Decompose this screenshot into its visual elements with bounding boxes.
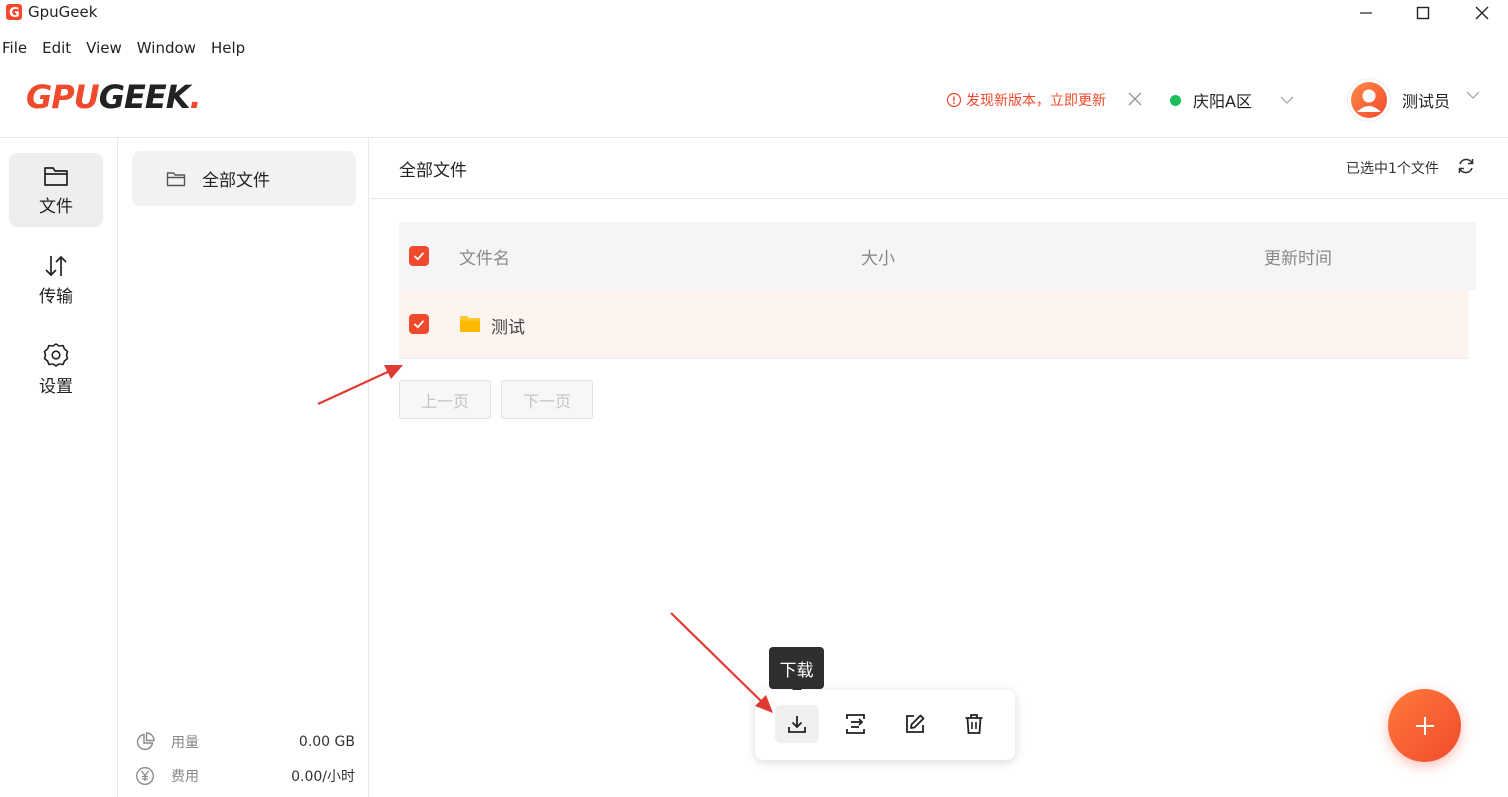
prev-page-button[interactable]: 上一页	[399, 380, 491, 419]
select-all-checkbox[interactable]	[409, 246, 429, 266]
close-icon	[1475, 6, 1489, 20]
folder-filled-icon	[460, 316, 480, 332]
selected-count: 已选中1个文件	[1346, 161, 1439, 177]
table-row[interactable]: 测试	[399, 290, 1469, 359]
app-logo-icon: G	[6, 4, 22, 20]
avatar[interactable]	[1348, 79, 1390, 121]
delete-icon	[965, 714, 983, 734]
maximize-icon	[1416, 6, 1430, 20]
usage-stat: 用量 0.00 GB	[135, 732, 355, 752]
svg-text:G: G	[9, 6, 20, 20]
edit-icon	[906, 714, 925, 733]
row-checkbox[interactable]	[409, 314, 429, 334]
minimize-icon	[1360, 12, 1372, 14]
plus-icon	[1415, 716, 1434, 735]
info-icon	[946, 92, 962, 108]
move-icon	[846, 714, 865, 734]
usage-label: 用量	[171, 735, 199, 751]
menu-edit[interactable]: Edit	[42, 36, 71, 60]
pie-chart-icon	[136, 732, 155, 751]
transfer-icon	[45, 255, 67, 276]
menu-window[interactable]: Window	[137, 36, 196, 60]
user-avatar-icon	[1351, 82, 1387, 118]
title-bar: G GpuGeek	[0, 0, 1508, 26]
user-menu-chevron-icon[interactable]	[1466, 90, 1480, 100]
next-page-button[interactable]: 下一页	[501, 380, 593, 419]
rename-button[interactable]	[893, 705, 937, 743]
download-tooltip: 下载	[769, 647, 824, 689]
file-table: 文件名 大小 更新时间 测试	[399, 222, 1476, 359]
cost-stat: 费用 0.00/小时	[135, 766, 355, 786]
column-updated[interactable]: 更新时间	[1264, 244, 1332, 269]
all-files-label: 全部文件	[202, 171, 270, 191]
yen-icon	[136, 767, 154, 785]
window-title: GpuGeek	[28, 3, 98, 21]
folder-panel: 全部文件 用量 0.00 GB 费用 0.00/小时	[119, 138, 369, 797]
table-header: 文件名 大小 更新时间	[399, 222, 1476, 290]
selection-toolbar	[755, 690, 1015, 760]
download-button[interactable]	[775, 705, 819, 743]
region-label: 庆阳A区	[1193, 92, 1252, 111]
menu-bar: File Edit View Window Help	[0, 36, 258, 60]
menu-file[interactable]: File	[2, 36, 27, 60]
nav-files[interactable]: 文件	[9, 153, 103, 227]
chevron-down-icon	[1280, 96, 1294, 104]
folder-icon	[166, 171, 186, 186]
folder-icon	[44, 166, 68, 186]
minimize-button[interactable]	[1346, 0, 1386, 26]
gear-icon	[43, 342, 69, 367]
nav-settings[interactable]: 设置	[9, 332, 103, 406]
checkmark-icon	[413, 320, 425, 329]
maximize-button[interactable]	[1403, 0, 1443, 26]
page-title: 全部文件	[399, 161, 467, 181]
nav-transfer[interactable]: 传输	[9, 243, 103, 317]
usage-value: 0.00 GB	[298, 734, 355, 750]
update-notice-text: 发现新版本，立即更新	[966, 93, 1106, 109]
update-notice[interactable]: 发现新版本，立即更新	[946, 90, 1106, 110]
add-button[interactable]	[1388, 689, 1461, 762]
delete-button[interactable]	[952, 705, 996, 743]
cost-value: 0.00/小时	[291, 769, 355, 785]
refresh-icon[interactable]	[1456, 156, 1476, 176]
left-nav: 文件 传输 设置	[0, 138, 118, 797]
move-button[interactable]	[834, 705, 878, 743]
checkmark-icon	[413, 252, 425, 261]
close-window-button[interactable]	[1462, 0, 1502, 26]
all-files-item[interactable]: 全部文件	[132, 151, 356, 206]
file-name[interactable]: 测试	[491, 313, 525, 338]
file-browser-header: 全部文件 已选中1个文件	[370, 138, 1508, 199]
cost-label: 费用	[171, 769, 199, 785]
column-name[interactable]: 文件名	[459, 244, 510, 269]
column-size[interactable]: 大小	[861, 244, 895, 269]
region-selector[interactable]: 庆阳A区	[1170, 88, 1294, 112]
dismiss-notice-icon[interactable]	[1128, 92, 1142, 106]
region-status-dot	[1170, 94, 1181, 106]
menu-view[interactable]: View	[86, 36, 122, 60]
user-name[interactable]: 测试员	[1402, 88, 1450, 112]
download-icon	[788, 716, 806, 733]
menu-help[interactable]: Help	[211, 36, 245, 60]
app-header: GPUGEEK. 发现新版本，立即更新 庆阳A区 测试员	[0, 68, 1508, 138]
brand-logo: GPUGEEK.	[26, 78, 202, 116]
